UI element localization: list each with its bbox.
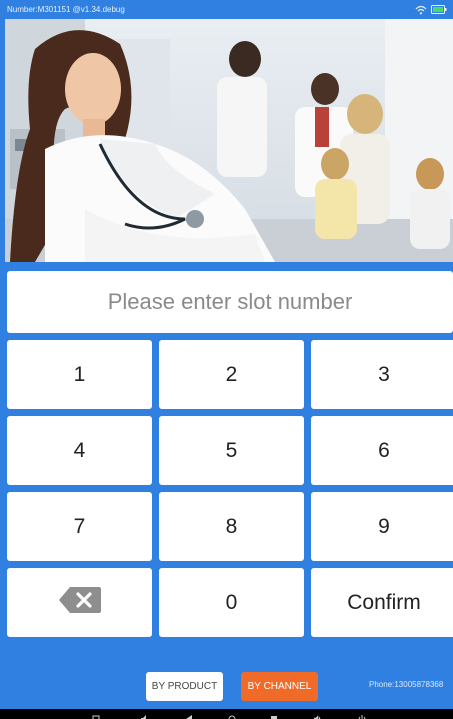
key-5[interactable]: 5 — [159, 416, 304, 485]
device-info: Number:M301151 @v1.34.debug — [7, 5, 125, 14]
confirm-button[interactable]: Confirm — [311, 568, 453, 637]
battery-icon — [431, 5, 447, 14]
key-6[interactable]: 6 — [311, 416, 453, 485]
navigation-bar — [0, 709, 453, 719]
home-icon[interactable] — [228, 710, 236, 719]
slot-number-input[interactable] — [7, 271, 453, 333]
by-product-button[interactable]: BY PRODUCT — [146, 672, 223, 701]
phone-number: Phone:13005878368 — [369, 680, 444, 689]
banner-image — [5, 19, 453, 262]
key-9[interactable]: 9 — [311, 492, 453, 561]
volume-down-icon[interactable] — [140, 710, 148, 719]
backspace-icon — [58, 585, 102, 621]
power-icon[interactable] — [358, 710, 366, 719]
backspace-button[interactable] — [7, 568, 152, 637]
by-channel-button[interactable]: BY CHANNEL — [241, 672, 318, 701]
volume-up-icon[interactable] — [313, 710, 322, 719]
key-1[interactable]: 1 — [7, 340, 152, 409]
key-4[interactable]: 4 — [7, 416, 152, 485]
key-3[interactable]: 3 — [311, 340, 453, 409]
key-2[interactable]: 2 — [159, 340, 304, 409]
key-0[interactable]: 0 — [159, 568, 304, 637]
numeric-keypad: 1 2 3 4 5 6 7 8 9 0 Confirm — [7, 340, 453, 638]
status-bar: Number:M301151 @v1.34.debug — [0, 0, 453, 19]
back-icon[interactable] — [185, 710, 193, 719]
key-7[interactable]: 7 — [7, 492, 152, 561]
key-8[interactable]: 8 — [159, 492, 304, 561]
status-icons — [415, 4, 447, 15]
wifi-icon — [415, 5, 427, 15]
screenshot-icon[interactable] — [92, 710, 100, 719]
recents-icon[interactable] — [270, 710, 278, 719]
